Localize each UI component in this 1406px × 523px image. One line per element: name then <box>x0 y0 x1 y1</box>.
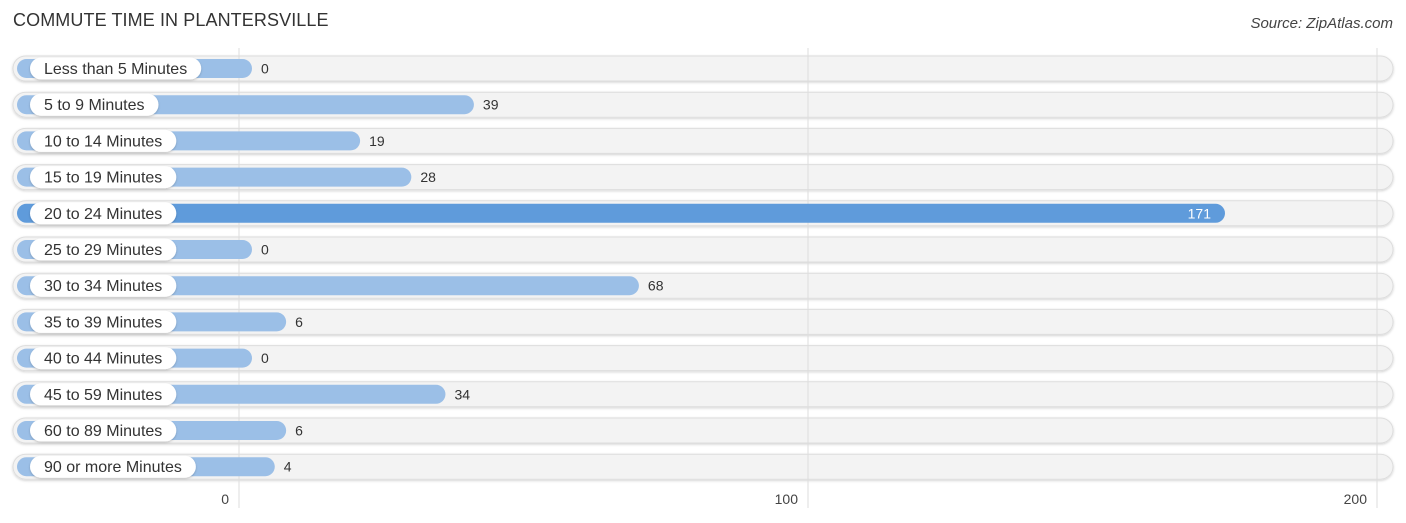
category-label: 15 to 19 Minutes <box>44 170 162 187</box>
value-label: 6 <box>295 314 303 330</box>
category-label: 20 to 24 Minutes <box>44 206 162 223</box>
value-label: 0 <box>261 61 269 77</box>
category-label: 35 to 39 Minutes <box>44 314 162 331</box>
category-label: 40 to 44 Minutes <box>44 351 162 368</box>
value-label: 171 <box>1188 205 1212 221</box>
value-label: 19 <box>369 133 385 149</box>
value-label: 4 <box>284 459 292 475</box>
category-label: 90 or more Minutes <box>44 459 182 476</box>
category-label: 5 to 9 Minutes <box>44 97 145 114</box>
category-label: 25 to 29 Minutes <box>44 242 162 259</box>
value-label: 6 <box>295 423 303 439</box>
value-label: 28 <box>420 169 436 185</box>
category-label: Less than 5 Minutes <box>44 61 187 78</box>
category-label: 10 to 14 Minutes <box>44 133 162 150</box>
bar-chart: Less than 5 Minutes 0 5 to 9 Minutes 39 10 t… <box>12 48 1394 508</box>
x-tick-label: 200 <box>1344 491 1368 507</box>
category-label: 45 to 59 Minutes <box>44 387 162 404</box>
value-label: 0 <box>261 242 269 258</box>
category-label: 30 to 34 Minutes <box>44 278 162 295</box>
x-tick-label: 100 <box>775 491 799 507</box>
value-label: 34 <box>454 386 470 402</box>
category-label: 60 to 89 Minutes <box>44 423 162 440</box>
bar[interactable] <box>17 203 1225 223</box>
value-label: 0 <box>261 350 269 366</box>
x-tick-label: 0 <box>221 491 229 507</box>
value-label: 68 <box>648 278 664 294</box>
value-label: 39 <box>483 97 499 113</box>
